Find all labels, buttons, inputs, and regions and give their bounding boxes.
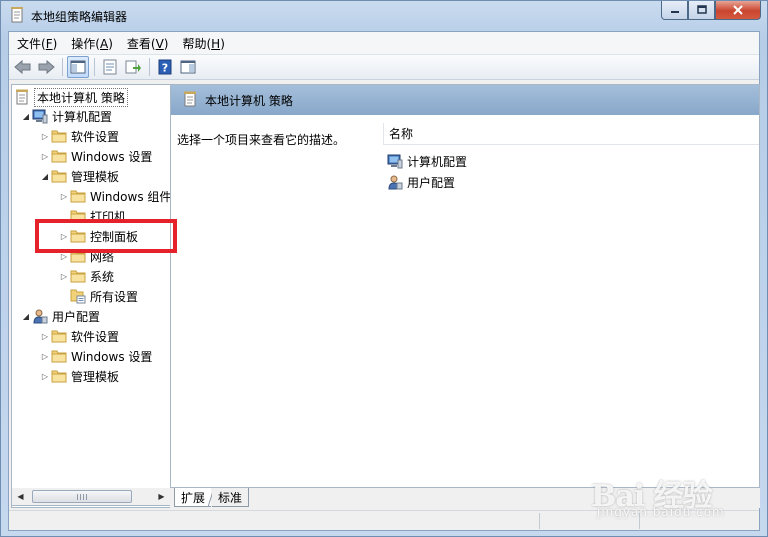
tree-horizontal-scrollbar[interactable]: ◀ ▶: [11, 488, 171, 506]
close-icon: [733, 5, 743, 15]
menu-file[interactable]: 文件(F): [17, 35, 57, 52]
collapsed-arrow-icon[interactable]: ▷: [58, 192, 70, 201]
collapsed-arrow-icon[interactable]: ▷: [39, 372, 51, 381]
tree-root[interactable]: 本地计算机 策略: [14, 87, 128, 107]
policy-document-icon: [14, 89, 30, 105]
tree-item-all-settings[interactable]: 所有设置: [58, 286, 138, 306]
help-icon: ?: [158, 59, 172, 75]
baidu-watermark: Bai 经验 jingyan.baidu.com: [591, 479, 725, 519]
tree-item-user-software-settings[interactable]: ▷ 软件设置: [39, 326, 119, 346]
tree-item-user-admin-templates[interactable]: ▷ 管理模板: [39, 366, 119, 386]
forward-icon: [38, 60, 55, 74]
expanded-arrow-icon[interactable]: ◢: [39, 172, 51, 181]
all-settings-icon: [70, 288, 86, 304]
title-bar[interactable]: 本地组策略编辑器: [1, 1, 767, 31]
scroll-left-arrow-icon[interactable]: ◀: [12, 488, 29, 505]
show-action-pane-icon: [180, 60, 196, 74]
scroll-thumb[interactable]: [32, 490, 132, 503]
list-item-computer-config[interactable]: 计算机配置: [387, 151, 467, 171]
folder-icon: [70, 268, 86, 284]
menu-bar: 文件(F) 操作(A) 查看(V) 帮助(H): [9, 32, 759, 54]
toolbar-separator: [149, 58, 150, 76]
expanded-arrow-icon[interactable]: ◢: [20, 112, 32, 121]
export-list-icon: [125, 60, 141, 74]
highlight-annotation: [35, 219, 177, 253]
properties-button[interactable]: [99, 56, 121, 78]
tree-item-user-windows-settings[interactable]: ▷ Windows 设置: [39, 346, 152, 366]
properties-icon: [103, 59, 117, 75]
computer-icon: [387, 153, 403, 169]
description-text: 选择一个项目来查看它的描述。: [177, 133, 346, 147]
policy-document-icon: [183, 91, 197, 110]
folder-icon: [51, 348, 67, 364]
collapsed-arrow-icon[interactable]: ▷: [58, 272, 70, 281]
show-action-pane-button[interactable]: [177, 56, 199, 78]
minimize-icon: [670, 11, 679, 13]
minimize-button[interactable]: [661, 1, 688, 20]
help-button[interactable]: ?: [154, 56, 176, 78]
expanded-arrow-icon[interactable]: ◢: [20, 312, 32, 321]
tree-root-label: 本地计算机 策略: [34, 87, 128, 107]
list-item-user-config[interactable]: 用户配置: [387, 172, 455, 192]
tree-item-system[interactable]: ▷ 系统: [58, 266, 114, 286]
tab-extended[interactable]: 扩展: [174, 488, 212, 507]
scroll-grip: [77, 494, 87, 500]
tree-item-admin-templates[interactable]: ◢ 管理模板: [39, 166, 119, 186]
back-icon: [14, 60, 31, 74]
folder-icon: [51, 328, 67, 344]
window-title: 本地组策略编辑器: [31, 10, 128, 24]
details-header: 本地计算机 策略: [171, 85, 759, 115]
back-button[interactable]: [12, 56, 34, 78]
policy-editor-icon: [9, 7, 25, 23]
user-icon: [387, 174, 403, 190]
tree-item-software-settings[interactable]: ▷ 软件设置: [39, 126, 119, 146]
menu-action[interactable]: 操作(A): [71, 35, 113, 52]
maximize-button[interactable]: [688, 1, 715, 20]
toolbar-separator: [62, 58, 63, 76]
toolbar-separator: [94, 58, 95, 76]
collapsed-arrow-icon[interactable]: ▷: [39, 352, 51, 361]
close-button[interactable]: [715, 1, 761, 20]
tree-pane[interactable]: 本地计算机 策略 ◢ 计算机配置 ▷ 软件设置 ▷ Windows 设置 ◢ 管…: [11, 84, 171, 508]
tree-item-windows-settings[interactable]: ▷ Windows 设置: [39, 146, 152, 166]
details-header-title: 本地计算机 策略: [205, 93, 293, 108]
folder-icon: [51, 148, 67, 164]
menu-help[interactable]: 帮助(H): [182, 35, 224, 52]
tab-standard[interactable]: 标准: [212, 488, 250, 507]
details-pane: 本地计算机 策略 选择一个项目来查看它的描述。 名称 计算机配置 用户配置: [170, 84, 760, 488]
folder-icon: [51, 368, 67, 384]
collapsed-arrow-icon[interactable]: ▷: [39, 132, 51, 141]
forward-button[interactable]: [35, 56, 57, 78]
collapsed-arrow-icon[interactable]: ▷: [39, 332, 51, 341]
svg-text:?: ?: [162, 62, 168, 75]
user-icon: [32, 308, 48, 324]
tree-item-computer-config[interactable]: ◢ 计算机配置: [20, 106, 112, 126]
show-hide-tree-icon: [70, 60, 86, 74]
maximize-icon: [696, 5, 707, 14]
collapsed-arrow-icon[interactable]: ▷: [39, 152, 51, 161]
tree-item-user-config[interactable]: ◢ 用户配置: [20, 306, 100, 326]
export-list-button[interactable]: [122, 56, 144, 78]
show-hide-tree-button[interactable]: [67, 56, 89, 78]
menu-view[interactable]: 查看(V): [127, 35, 169, 52]
folder-icon: [51, 168, 67, 184]
scroll-right-arrow-icon[interactable]: ▶: [153, 488, 170, 505]
computer-icon: [32, 108, 48, 124]
tree-item-windows-components[interactable]: ▷ Windows 组件: [58, 186, 170, 206]
folder-icon: [51, 128, 67, 144]
folder-icon: [70, 188, 86, 204]
window-controls: [661, 1, 761, 20]
column-header-name[interactable]: 名称: [383, 123, 759, 145]
window: 本地组策略编辑器 文件(F) 操作(A) 查看(V) 帮助(H) ? 本地计算机…: [0, 0, 768, 537]
toolbar: ?: [9, 54, 759, 80]
